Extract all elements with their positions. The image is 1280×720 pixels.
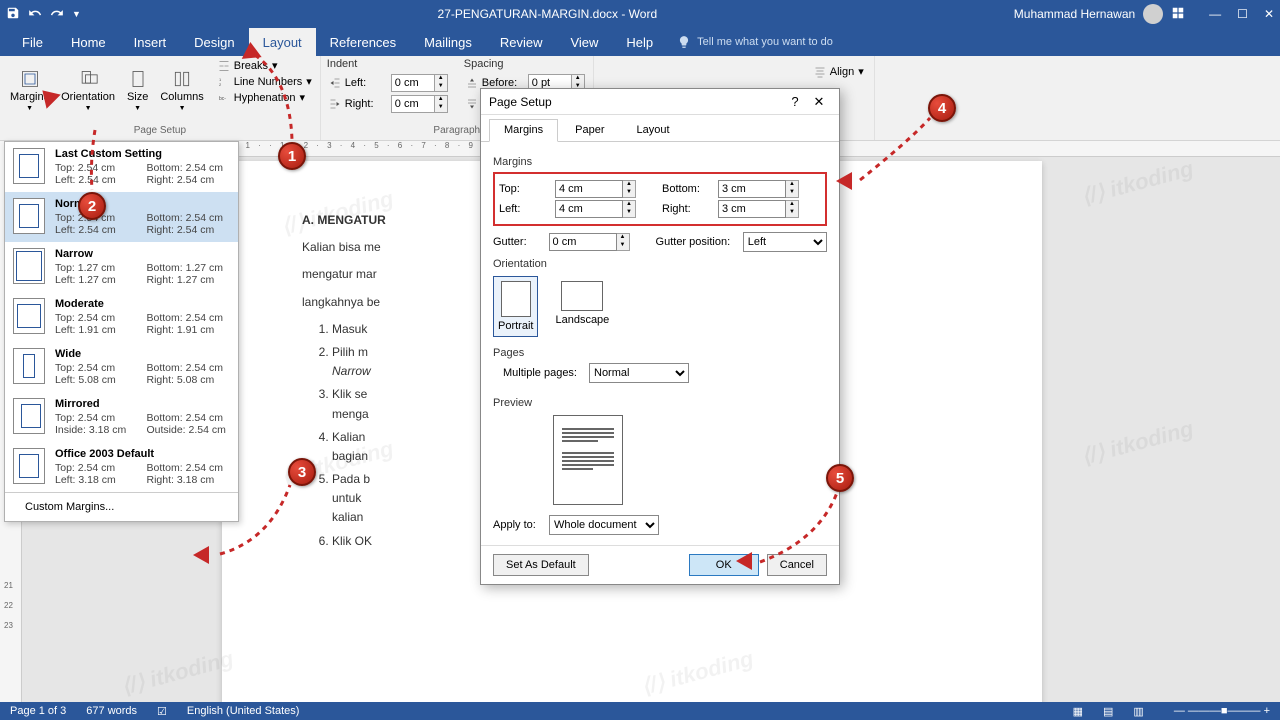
tab-mailings[interactable]: Mailings [410, 28, 486, 56]
cancel-button[interactable]: Cancel [767, 554, 827, 576]
margin-right-input[interactable] [718, 200, 786, 218]
indent-left-input[interactable] [391, 74, 435, 92]
annotation-5: 5 [826, 464, 854, 492]
view-web-icon[interactable]: ▥ [1133, 705, 1143, 718]
view-print-icon[interactable]: ▤ [1103, 705, 1113, 718]
redo-icon[interactable] [50, 6, 64, 23]
margin-left-input[interactable] [555, 200, 623, 218]
arrow-head-icon [736, 552, 752, 570]
gutter-input[interactable] [549, 233, 617, 251]
ribbon-tabs: File Home Insert Design Layout Reference… [0, 28, 1280, 56]
status-language[interactable]: English (United States) [187, 705, 300, 717]
margin-icon [13, 348, 45, 384]
lightbulb-icon [677, 35, 691, 49]
arrow-head-icon [836, 172, 852, 190]
size-button[interactable]: Size▼ [123, 58, 152, 123]
margin-icon [13, 448, 45, 484]
set-default-button[interactable]: Set As Default [493, 554, 589, 576]
margin-preset-narrow[interactable]: NarrowTop: 1.27 cmBottom: 1.27 cmLeft: 1… [5, 242, 238, 292]
svg-text:bc-: bc- [219, 96, 226, 102]
line-numbers-button[interactable]: 12Line Numbers ▾ [216, 74, 314, 89]
dialog-close-button[interactable]: ✕ [807, 94, 831, 110]
tab-insert[interactable]: Insert [120, 28, 181, 56]
undo-icon[interactable] [28, 6, 42, 23]
tab-file[interactable]: File [8, 28, 57, 56]
margin-preset-mirrored[interactable]: MirroredTop: 2.54 cmBottom: 2.54 cmInsid… [5, 392, 238, 442]
dialog-title: Page Setup [489, 95, 783, 109]
apply-to-select[interactable]: Whole document [549, 515, 659, 535]
save-icon[interactable] [6, 6, 20, 23]
margin-icon [13, 148, 45, 184]
svg-text:2: 2 [219, 82, 222, 87]
close-button[interactable]: ✕ [1264, 7, 1274, 21]
user-avatar[interactable] [1143, 4, 1163, 24]
margin-preset-last[interactable]: Last Custom SettingTop: 2.54 cmBottom: 2… [5, 142, 238, 192]
breaks-button[interactable]: Breaks ▾ [216, 58, 314, 73]
dialog-tab-layout[interactable]: Layout [621, 119, 684, 141]
margin-bottom-input[interactable] [718, 180, 786, 198]
annotation-4: 4 [928, 94, 956, 122]
title-bar: ▼ 27-PENGATURAN-MARGIN.docx - Word Muham… [0, 0, 1280, 28]
align-button[interactable]: Align ▾ [812, 64, 866, 79]
margin-icon [13, 248, 45, 284]
margin-preset-office2003[interactable]: Office 2003 DefaultTop: 2.54 cmBottom: 2… [5, 442, 238, 492]
indent-left[interactable]: Left:▲▼ [327, 73, 450, 93]
page-setup-dialog: Page Setup ? ✕ Margins Paper Layout Marg… [480, 88, 840, 585]
orientation-button[interactable]: Orientation▼ [57, 58, 119, 123]
annotation-3: 3 [288, 458, 316, 486]
minimize-button[interactable]: — [1209, 7, 1221, 21]
view-read-icon[interactable]: ▦ [1073, 705, 1083, 718]
tell-me-search[interactable]: Tell me what you want to do [677, 28, 833, 56]
svg-text:1: 1 [219, 77, 222, 82]
tab-design[interactable]: Design [180, 28, 248, 56]
margin-preset-moderate[interactable]: ModerateTop: 2.54 cmBottom: 2.54 cmLeft:… [5, 292, 238, 342]
margin-icon [13, 198, 45, 234]
columns-button[interactable]: Columns▼ [156, 58, 207, 123]
proofing-icon[interactable]: ☑ [157, 705, 167, 718]
group-page-setup: Page Setup [6, 123, 314, 138]
status-words[interactable]: 677 words [86, 705, 137, 717]
qat-customize-icon[interactable]: ▼ [72, 9, 81, 19]
margin-inputs-highlight: Top: ▲▼ Bottom: ▲▼ Left: ▲▼ Right: ▲▼ [493, 172, 827, 226]
annotation-2: 2 [78, 192, 106, 220]
annotation-1: 1 [278, 142, 306, 170]
arrow-head-icon [240, 41, 261, 59]
margin-icon [13, 298, 45, 334]
arrow-head-icon [193, 546, 209, 564]
orientation-portrait[interactable]: Portrait [493, 276, 538, 337]
status-page[interactable]: Page 1 of 3 [10, 705, 66, 717]
hyphenation-button[interactable]: bc-Hyphenation ▾ [216, 90, 314, 105]
indent-right-input[interactable] [391, 95, 435, 113]
ribbon-options-icon[interactable] [1171, 6, 1185, 23]
maximize-button[interactable]: ☐ [1237, 7, 1248, 21]
dialog-help-button[interactable]: ? [783, 94, 807, 109]
margin-preset-wide[interactable]: WideTop: 2.54 cmBottom: 2.54 cmLeft: 5.0… [5, 342, 238, 392]
tab-review[interactable]: Review [486, 28, 557, 56]
zoom-slider[interactable]: — ———■——— + [1174, 705, 1270, 717]
tab-references[interactable]: References [316, 28, 410, 56]
margin-preset-normal[interactable]: NormalTop: 2.54 cmBottom: 2.54 cmLeft: 2… [5, 192, 238, 242]
status-bar: Page 1 of 3 677 words ☑ English (United … [0, 702, 1280, 720]
tab-home[interactable]: Home [57, 28, 120, 56]
multiple-pages-select[interactable]: Normal [589, 363, 689, 383]
orientation-landscape[interactable]: Landscape [550, 276, 614, 337]
gutter-position-select[interactable]: Left [743, 232, 827, 252]
tab-view[interactable]: View [556, 28, 612, 56]
window-title: 27-PENGATURAN-MARGIN.docx - Word [81, 7, 1014, 21]
margin-top-input[interactable] [555, 180, 623, 198]
preview-thumbnail [553, 415, 623, 505]
custom-margins-item[interactable]: Custom Margins... [5, 492, 238, 521]
user-name[interactable]: Muhammad Hernawan [1014, 7, 1135, 21]
dialog-tab-paper[interactable]: Paper [560, 119, 619, 141]
indent-right[interactable]: Right:▲▼ [327, 94, 450, 114]
tab-help[interactable]: Help [612, 28, 667, 56]
margins-dropdown: Last Custom SettingTop: 2.54 cmBottom: 2… [4, 141, 239, 522]
margin-icon [13, 398, 45, 434]
dialog-tab-margins[interactable]: Margins [489, 119, 558, 142]
